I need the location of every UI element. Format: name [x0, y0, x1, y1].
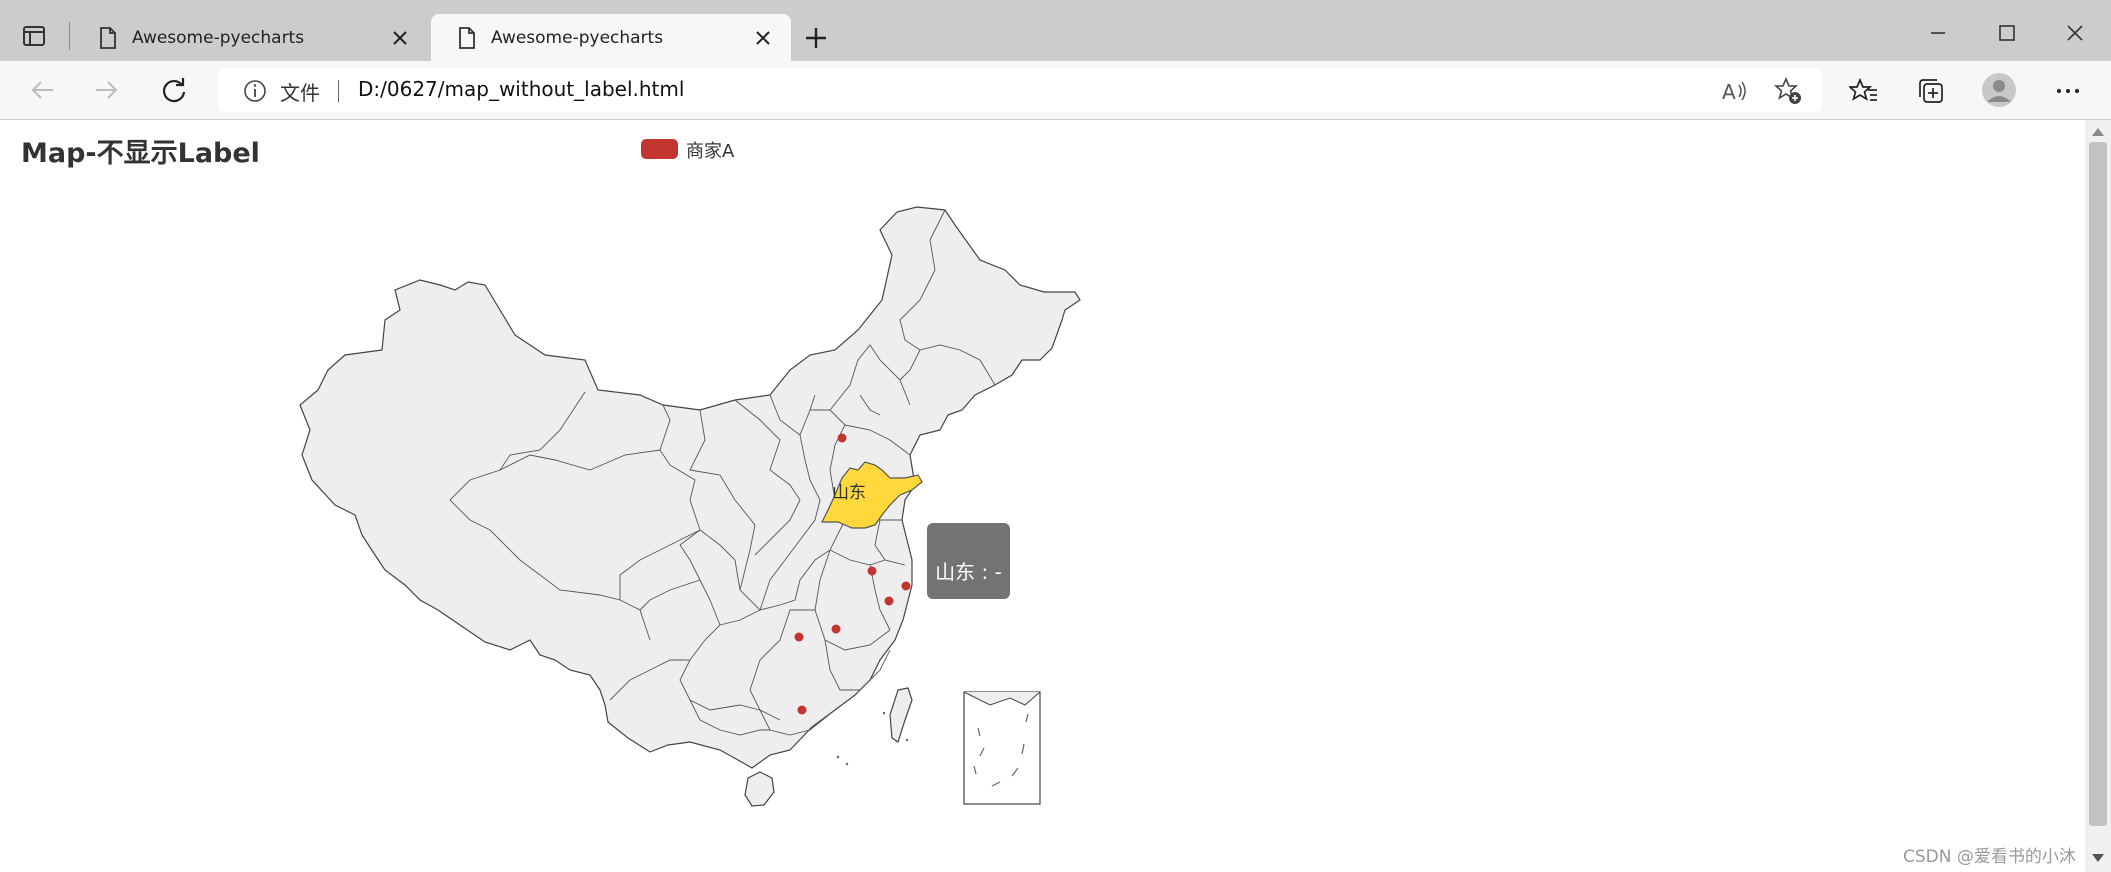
- tab-actions-icon[interactable]: [18, 20, 50, 52]
- scroll-up-arrow-icon[interactable]: [2090, 126, 2106, 138]
- series-point: [797, 705, 807, 715]
- info-icon[interactable]: [242, 78, 268, 104]
- close-icon[interactable]: [753, 28, 773, 48]
- document-icon: [459, 26, 475, 49]
- scroll-down-arrow-icon[interactable]: [2090, 852, 2106, 864]
- scrollbar-thumb[interactable]: [2089, 142, 2107, 826]
- more-options-icon[interactable]: [2053, 76, 2083, 106]
- document-icon: [100, 26, 116, 49]
- tab-1[interactable]: Awesome-pyecharts: [72, 14, 428, 61]
- forward-arrow-icon[interactable]: [90, 73, 124, 107]
- read-aloud-icon[interactable]: A: [1719, 76, 1749, 106]
- close-icon[interactable]: [390, 28, 410, 48]
- refresh-icon[interactable]: [157, 73, 191, 107]
- region-label: 山东: [832, 483, 866, 503]
- tab-2[interactable]: Awesome-pyecharts: [431, 14, 791, 61]
- security-label: 文件: [280, 81, 320, 105]
- favorites-icon[interactable]: [1849, 76, 1879, 106]
- watermark-text: CSDN @爱看书的小沐: [1903, 847, 2076, 867]
- add-favorite-icon[interactable]: [1773, 76, 1803, 106]
- series-point: [837, 433, 847, 443]
- series-point: [884, 596, 894, 606]
- url-text[interactable]: D:/0627/map_without_label.html: [358, 77, 684, 101]
- map-region-taiwan[interactable]: [889, 687, 913, 743]
- minimize-icon[interactable]: [1923, 18, 1953, 48]
- map-region-hainan[interactable]: [744, 771, 775, 807]
- tab-divider: [69, 22, 70, 50]
- china-map: 山东: [299, 206, 1081, 807]
- series-point: [831, 624, 841, 634]
- collections-icon[interactable]: [1916, 76, 1946, 106]
- map-region[interactable]: [299, 206, 1081, 769]
- south-china-sea-inset: [963, 691, 1041, 805]
- back-arrow-icon[interactable]: [25, 73, 59, 107]
- svg-text:A: A: [1722, 80, 1736, 104]
- tab-1-title: Awesome-pyecharts: [132, 27, 305, 48]
- avatar[interactable]: [1981, 72, 2017, 108]
- maximize-icon[interactable]: [1992, 18, 2022, 48]
- window-close-icon[interactable]: [2060, 18, 2090, 48]
- legend-label[interactable]: 商家A: [686, 137, 734, 163]
- series-point: [901, 581, 911, 591]
- chart-title: Map-不显示Label: [21, 138, 260, 169]
- legend-swatch[interactable]: [641, 139, 678, 159]
- series-point: [867, 566, 877, 576]
- new-tab-icon[interactable]: [800, 22, 832, 54]
- address-separator: [338, 80, 339, 102]
- map-tooltip: 山东 : -: [927, 523, 1010, 599]
- tab-2-title: Awesome-pyecharts: [491, 27, 664, 48]
- series-point: [794, 632, 804, 642]
